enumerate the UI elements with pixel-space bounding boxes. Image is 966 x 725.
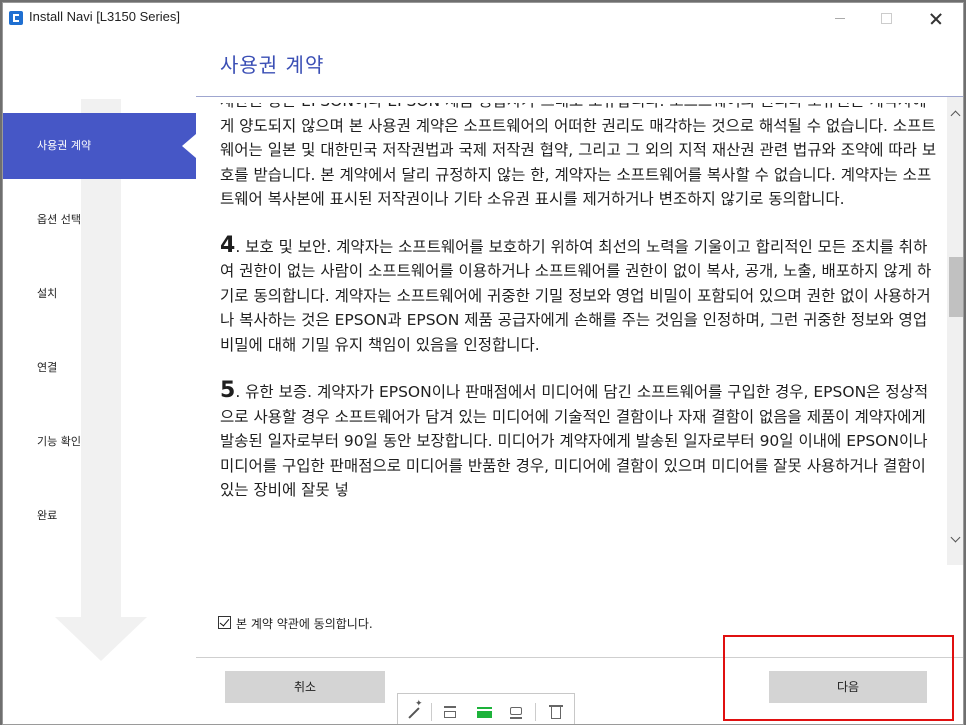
license-content: 재산권 등은 EPSON이나 EPSON 제품 공급자가 그대로 보유합니다. … [196, 97, 963, 658]
license-text-viewport[interactable]: 재산권 등은 EPSON이나 EPSON 제품 공급자가 그대로 보유합니다. … [220, 103, 938, 561]
app-icon [9, 11, 23, 25]
step-select-options: 옵션 선택 [37, 213, 81, 226]
agree-checkbox-label[interactable]: 본 계약 약관에 동의합니다. [236, 615, 373, 632]
align-right-icon[interactable] [508, 704, 526, 720]
step-finish: 완료 [37, 509, 58, 522]
license-paragraph-text: . 보호 및 보안. 계약자는 소프트웨어를 보호하기 위하여 최선의 노력을 … [220, 237, 932, 354]
installer-window: Install Navi [L3150 Series] 사용권 계약 옵션 선택… [2, 2, 964, 725]
page-title: 사용권 계약 [220, 53, 325, 77]
close-button[interactable] [921, 7, 951, 29]
step-license-agreement: 사용권 계약 [3, 113, 196, 179]
trash-icon[interactable] [548, 704, 566, 720]
title-bar: Install Navi [L3150 Series] [3, 3, 963, 33]
license-text: 재산권 등은 EPSON이나 EPSON 제품 공급자가 그대로 보유합니다. … [220, 103, 938, 525]
magic-wand-icon[interactable] [406, 699, 424, 720]
scroll-down-icon[interactable] [947, 531, 963, 549]
paragraph-number: 5 [220, 378, 236, 403]
progress-arrow-head-icon [55, 617, 147, 661]
maximize-button[interactable] [871, 7, 901, 29]
align-center-icon[interactable] [476, 704, 494, 720]
minimize-button[interactable] [825, 7, 855, 29]
cancel-button[interactable]: 취소 [225, 671, 385, 703]
license-paragraph-text: . 유한 보증. 계약자가 EPSON이나 판매점에서 미디어에 담긴 소프트웨… [220, 383, 929, 499]
paragraph-number: 4 [220, 232, 236, 258]
next-button-highlight [723, 635, 954, 721]
license-paragraph: 5. 유한 보증. 계약자가 EPSON이나 판매점에서 미디어에 담긴 소프트… [220, 378, 938, 503]
license-paragraph: 재산권 등은 EPSON이나 EPSON 제품 공급자가 그대로 보유합니다. … [220, 103, 938, 212]
license-scrollbar[interactable] [947, 97, 963, 565]
scroll-thumb[interactable] [949, 257, 963, 317]
scroll-up-icon[interactable] [947, 105, 963, 123]
steps-sidebar: 사용권 계약 옵션 선택 설치 연결 기능 확인 완료 [3, 33, 196, 724]
license-paragraph: 4. 보호 및 보안. 계약자는 소프트웨어를 보호하기 위하여 최선의 노력을… [220, 232, 938, 358]
agree-checkbox[interactable] [218, 616, 231, 629]
page-header: 사용권 계약 [196, 33, 963, 95]
step-connect: 연결 [37, 361, 58, 374]
license-paragraph-text: 재산권 등은 EPSON이나 EPSON 제품 공급자가 그대로 보유합니다. … [220, 103, 937, 208]
toolbar-divider [431, 703, 432, 721]
step-check-functions: 기능 확인 [37, 435, 81, 448]
floating-toolbar [397, 693, 575, 724]
align-left-icon[interactable] [442, 704, 460, 720]
toolbar-divider [535, 703, 536, 721]
step-install: 설치 [37, 287, 58, 300]
window-title: Install Navi [L3150 Series] [29, 9, 181, 24]
